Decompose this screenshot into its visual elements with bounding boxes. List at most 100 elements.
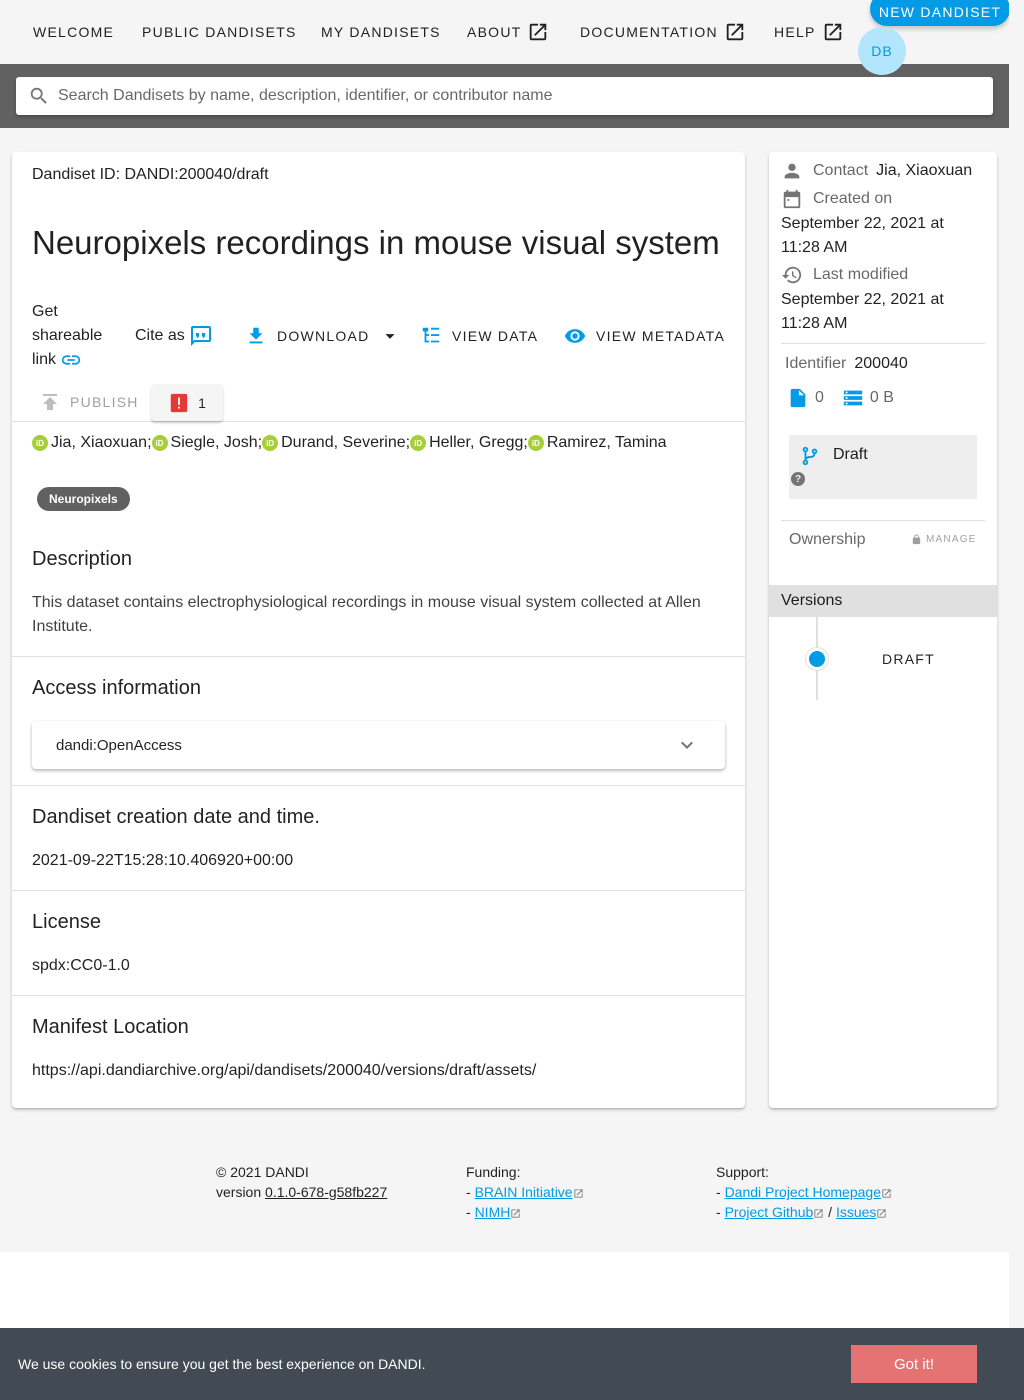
access-value: dandi:OpenAccess	[56, 736, 182, 754]
orcid-icon: iD	[410, 435, 427, 451]
manage-ownership-button[interactable]: MANAGE	[911, 534, 977, 545]
ownership-label: Ownership	[789, 531, 866, 548]
list-dash: -	[466, 1184, 475, 1200]
keyword-chip: Neuropixels	[37, 487, 130, 511]
identifier-value: 200040	[854, 355, 908, 372]
orcid-icon: iD	[262, 435, 279, 451]
contributor-name: Durand, Severine;	[281, 434, 411, 451]
stats-row: 0 0 B	[787, 387, 902, 409]
search-icon	[16, 85, 50, 107]
cite-as-button[interactable]: Cite as	[135, 324, 213, 348]
download-button[interactable]: DOWNLOAD	[245, 324, 401, 348]
eye-icon	[564, 325, 586, 347]
share-link-button[interactable]: Get shareable link	[32, 300, 112, 372]
divider	[781, 343, 985, 344]
created-row: Created on	[781, 188, 900, 210]
nav-label: DOCUMENTATION	[580, 24, 718, 40]
contributor-name: Siegle, Josh;	[170, 434, 263, 451]
nav-help[interactable]: HELP	[774, 20, 844, 44]
version-link[interactable]: 0.1.0-678-g58fb227	[265, 1184, 387, 1200]
version-item-draft[interactable]: DRAFT	[882, 651, 935, 667]
publish-icon	[38, 390, 62, 414]
external-link-icon	[881, 1184, 892, 1200]
help-icon[interactable]: ?	[791, 472, 805, 486]
nimh-link[interactable]: NIMH	[475, 1204, 511, 1220]
orcid-icon: iD	[527, 435, 544, 451]
nav-welcome[interactable]: WELCOME	[33, 20, 114, 44]
quote-icon	[189, 324, 213, 348]
external-link-icon	[573, 1184, 584, 1200]
manifest-heading: Manifest Location	[32, 1016, 189, 1038]
brain-initiative-link[interactable]: BRAIN Initiative	[475, 1184, 573, 1200]
cookie-accept-button[interactable]: Got it!	[851, 1345, 977, 1383]
created-label: Created on	[813, 190, 893, 207]
scrollbar-track[interactable]	[1009, 0, 1024, 1328]
search-box[interactable]	[16, 77, 993, 115]
contributor-name: Ramirez, Tamina	[546, 434, 667, 451]
manage-label: MANAGE	[926, 534, 977, 545]
error-count: 1	[198, 394, 206, 411]
external-link-icon	[510, 1204, 521, 1220]
timeline-dot	[806, 648, 828, 670]
link-separator: /	[824, 1204, 836, 1220]
contributor[interactable]: iD Siegle, Josh;	[151, 434, 263, 452]
footer-copyright-col: © 2021 DANDI version 0.1.0-678-g58fb227	[216, 1162, 387, 1202]
nav-label: PUBLIC DANDISETS	[142, 24, 297, 40]
support-label: Support:	[716, 1164, 769, 1180]
history-icon	[781, 264, 813, 286]
contributor[interactable]: iD Durand, Severine;	[262, 434, 410, 452]
cite-as-label: Cite as	[135, 327, 185, 344]
copyright: © 2021 DANDI	[216, 1164, 309, 1180]
download-icon	[245, 325, 267, 347]
creation-value: 2021-09-22T15:28:10.406920+00:00	[32, 852, 294, 869]
nav-about[interactable]: ABOUT	[467, 20, 549, 44]
contributor[interactable]: iD Jia, Xiaoxuan;	[32, 434, 152, 452]
footer-funding-col: Funding: - BRAIN Initiative - NIMH	[466, 1162, 584, 1222]
nav-label: MY DANDISETS	[321, 24, 441, 40]
person-icon	[781, 160, 813, 182]
created-value: September 22, 2021 at 11:28 AM	[781, 215, 944, 256]
view-metadata-button[interactable]: VIEW METADATA	[564, 324, 725, 348]
view-data-button[interactable]: VIEW DATA	[420, 324, 538, 348]
validation-errors-button[interactable]: 1	[151, 384, 223, 421]
project-github-link[interactable]: Project Github	[725, 1204, 814, 1220]
new-dandiset-button[interactable]: NEW DANDISET	[870, 0, 1010, 26]
contact-value[interactable]: Jia, Xiaoxuan	[876, 162, 972, 180]
file-icon	[787, 387, 815, 409]
page-bottom-area	[0, 1252, 1009, 1328]
contributor[interactable]: iD Heller, Gregg;	[410, 434, 528, 452]
search-band	[0, 64, 1009, 128]
search-input[interactable]	[58, 87, 993, 105]
publish-button[interactable]: PUBLISH	[32, 384, 145, 420]
access-expansion-panel[interactable]: dandi:OpenAccess	[32, 721, 725, 769]
page-title: Neuropixels recordings in mouse visual s…	[32, 224, 720, 261]
description-heading: Description	[32, 548, 133, 570]
license-heading: License	[32, 911, 101, 933]
storage-icon	[842, 387, 870, 409]
calendar-icon	[781, 188, 813, 210]
list-dash: -	[716, 1184, 725, 1200]
nav-documentation[interactable]: DOCUMENTATION	[580, 20, 746, 44]
creation-heading: Dandiset creation date and time.	[32, 806, 320, 828]
nav-label: ABOUT	[467, 24, 522, 40]
nav-label: WELCOME	[33, 24, 115, 40]
alert-icon	[168, 392, 190, 414]
description-text: This dataset contains electrophysiologic…	[32, 594, 701, 635]
orcid-icon: iD	[151, 435, 168, 451]
user-avatar[interactable]: DB	[858, 27, 906, 75]
dandi-homepage-link[interactable]: Dandi Project Homepage	[725, 1184, 881, 1200]
contributor[interactable]: iD Ramirez, Tamina	[527, 434, 667, 452]
external-link-icon	[876, 1204, 887, 1220]
nav-my-dandisets[interactable]: MY DANDISETS	[321, 20, 441, 44]
divider	[12, 995, 745, 996]
nav-public-dandisets[interactable]: PUBLIC DANDISETS	[142, 20, 297, 44]
cookie-banner: We use cookies to ensure you get the bes…	[0, 1328, 1024, 1400]
manifest-value: https://api.dandiarchive.org/api/dandise…	[32, 1062, 537, 1079]
external-link-icon	[822, 21, 844, 43]
license-value: spdx:CC0-1.0	[32, 957, 130, 974]
publish-label: PUBLISH	[70, 394, 139, 410]
issues-link[interactable]: Issues	[836, 1204, 876, 1220]
identifier-label: Identifier	[785, 355, 847, 372]
identifier-row: Identifier 200040	[785, 355, 908, 373]
view-metadata-label: VIEW METADATA	[596, 328, 726, 344]
